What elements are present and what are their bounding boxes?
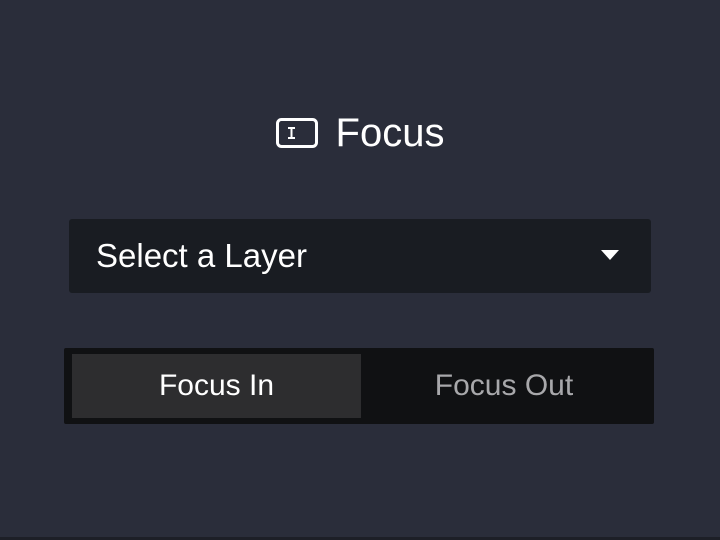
panel-title: Focus [0,106,720,160]
focus-mode-toggle: Focus In Focus Out [64,348,654,424]
panel-title-text: Focus [335,111,445,155]
layer-select-value: Select a Layer [96,237,307,274]
layer-select[interactable]: Select a Layer [69,219,651,293]
caret-down-icon [601,250,619,260]
text-cursor-box-icon [275,118,318,148]
focus-in-button[interactable]: Focus In [72,354,361,418]
focus-out-button[interactable]: Focus Out [361,354,647,418]
